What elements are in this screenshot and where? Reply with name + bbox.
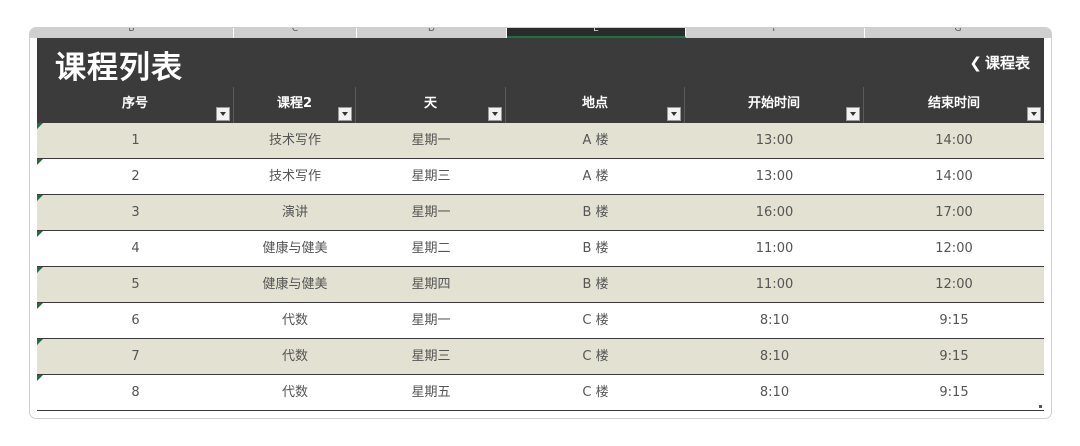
cell-location[interactable]: C 楼	[506, 303, 685, 338]
cell-course[interactable]: 技术写作	[234, 123, 356, 158]
cell-location[interactable]: B 楼	[506, 195, 685, 230]
cell-start-time[interactable]: 11:00	[685, 231, 864, 266]
table-row: 4 健康与健美 星期二 B 楼 11:00 12:00	[37, 231, 1044, 267]
column-letter-g[interactable]: G	[865, 28, 1051, 38]
cell-start-time[interactable]: 11:00	[685, 267, 864, 302]
table-row: 6 代数 星期一 C 楼 8:10 9:15	[37, 303, 1044, 339]
table-row: 1 技术写作 星期一 A 楼 13:00 14:00	[37, 123, 1044, 159]
chevron-left-icon: ❮	[969, 54, 982, 72]
page-title: 课程列表	[55, 50, 183, 86]
header-course[interactable]: 课程2	[234, 87, 356, 123]
cell-day[interactable]: 星期三	[356, 339, 506, 374]
cell-location[interactable]: A 楼	[506, 159, 685, 194]
cell-location[interactable]: B 楼	[506, 231, 685, 266]
cell-index[interactable]: 1	[37, 123, 234, 158]
cell-end-time[interactable]: 17:00	[864, 195, 1044, 230]
cell-location[interactable]: C 楼	[506, 339, 685, 374]
cell-index[interactable]: 6	[37, 303, 234, 338]
filter-dropdown-icon[interactable]	[488, 107, 502, 121]
cell-index[interactable]: 2	[37, 159, 234, 194]
spreadsheet-frame: B C D E F G 课程列表 ❮课程表 序号 课程2 天 地点 开始时间	[29, 27, 1052, 419]
header-label: 序号	[121, 96, 148, 111]
cell-course[interactable]: 技术写作	[234, 159, 356, 194]
column-letter-bar: B C D E F G	[30, 28, 1051, 38]
table-row: 5 健康与健美 星期四 B 楼 11:00 12:00	[37, 267, 1044, 303]
header-label: 开始时间	[747, 96, 800, 111]
cell-index[interactable]: 7	[37, 339, 234, 374]
column-letter-b[interactable]: B	[30, 28, 234, 38]
cell-course[interactable]: 代数	[234, 339, 356, 374]
cell-course[interactable]: 代数	[234, 303, 356, 338]
cell-index[interactable]: 3	[37, 195, 234, 230]
cell-location[interactable]: A 楼	[506, 123, 685, 158]
header-label: 结束时间	[927, 96, 980, 111]
cell-start-time[interactable]: 8:10	[685, 303, 864, 338]
cell-day[interactable]: 星期五	[356, 375, 506, 410]
cell-location[interactable]: B 楼	[506, 267, 685, 302]
column-letter-e[interactable]: E	[507, 28, 686, 38]
filter-dropdown-icon[interactable]	[338, 107, 352, 121]
header-label: 地点	[581, 96, 608, 111]
table-row: 8 代数 星期五 C 楼 8:10 9:15	[37, 375, 1044, 411]
header-index[interactable]: 序号	[37, 87, 234, 123]
header-start-time[interactable]: 开始时间	[685, 87, 864, 123]
back-link-label: 课程表	[984, 54, 1030, 72]
cell-start-time[interactable]: 13:00	[685, 123, 864, 158]
filter-dropdown-icon[interactable]	[216, 107, 230, 121]
cell-start-time[interactable]: 16:00	[685, 195, 864, 230]
table-row: 7 代数 星期三 C 楼 8:10 9:15	[37, 339, 1044, 375]
cell-day[interactable]: 星期一	[356, 195, 506, 230]
cell-location[interactable]: C 楼	[506, 375, 685, 410]
cell-course[interactable]: 健康与健美	[234, 267, 356, 302]
back-to-schedule-link[interactable]: ❮ 课程表	[969, 52, 1030, 73]
cell-end-time[interactable]: 14:00	[864, 159, 1044, 194]
filter-dropdown-icon[interactable]	[667, 107, 681, 121]
cell-start-time[interactable]: 8:10	[685, 375, 864, 410]
cell-end-time[interactable]: 12:00	[864, 231, 1044, 266]
header-day[interactable]: 天	[356, 87, 506, 123]
cell-end-time[interactable]: 12:00	[864, 267, 1044, 302]
title-banner: 课程列表 ❮ 课程表	[37, 38, 1044, 87]
header-location[interactable]: 地点	[506, 87, 685, 123]
table-row: 2 技术写作 星期三 A 楼 13:00 14:00	[37, 159, 1044, 195]
filter-dropdown-icon[interactable]	[846, 107, 860, 121]
cell-course[interactable]: 代数	[234, 375, 356, 410]
column-letter-c[interactable]: C	[234, 28, 357, 38]
cell-day[interactable]: 星期四	[356, 267, 506, 302]
cell-start-time[interactable]: 8:10	[685, 339, 864, 374]
resize-handle-icon[interactable]	[1039, 405, 1042, 408]
cell-course[interactable]: 健康与健美	[234, 231, 356, 266]
cell-end-time[interactable]: 9:15	[864, 339, 1044, 374]
cell-day[interactable]: 星期三	[356, 159, 506, 194]
cell-index[interactable]: 4	[37, 231, 234, 266]
header-label: 天	[423, 96, 437, 111]
header-label: 课程2	[276, 96, 313, 111]
cell-day[interactable]: 星期一	[356, 123, 506, 158]
table-header: 序号 课程2 天 地点 开始时间 结束时间	[37, 87, 1044, 123]
cell-start-time[interactable]: 13:00	[685, 159, 864, 194]
header-end-time[interactable]: 结束时间	[864, 87, 1044, 123]
cell-end-time[interactable]: 14:00	[864, 123, 1044, 158]
cell-index[interactable]: 5	[37, 267, 234, 302]
filter-dropdown-icon[interactable]	[1027, 107, 1041, 121]
cell-end-time[interactable]: 9:15	[864, 375, 1044, 410]
column-letter-f[interactable]: F	[686, 28, 865, 38]
cell-day[interactable]: 星期一	[356, 303, 506, 338]
cell-index[interactable]: 8	[37, 375, 234, 410]
cell-end-time[interactable]: 9:15	[864, 303, 1044, 338]
table-row: 3 演讲 星期一 B 楼 16:00 17:00	[37, 195, 1044, 231]
cell-course[interactable]: 演讲	[234, 195, 356, 230]
cell-day[interactable]: 星期二	[356, 231, 506, 266]
column-letter-d[interactable]: D	[357, 28, 507, 38]
